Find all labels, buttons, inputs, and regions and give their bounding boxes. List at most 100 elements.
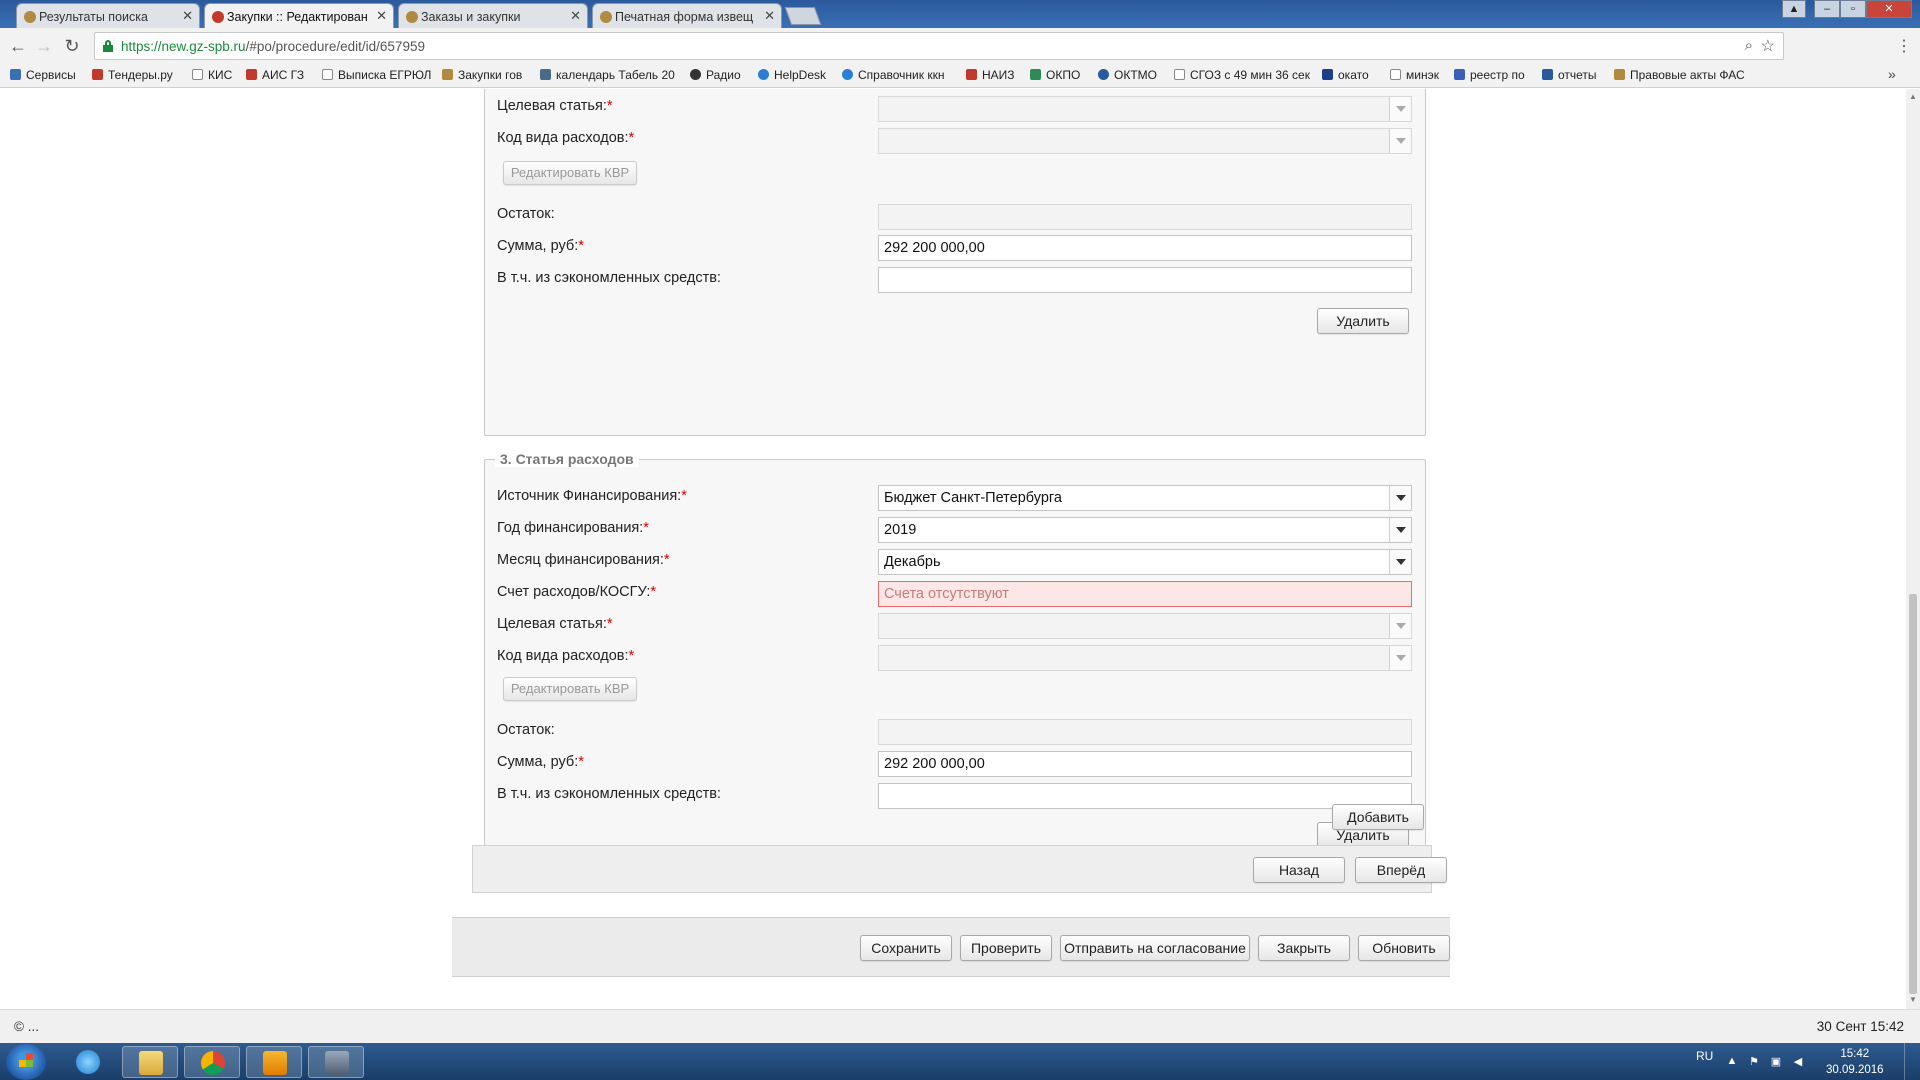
outlook-icon bbox=[263, 1051, 287, 1075]
section-legend: 3. Статья расходов bbox=[495, 451, 639, 467]
chevron-down-icon bbox=[1389, 550, 1411, 574]
zoom-icon[interactable]: ⌕ bbox=[1745, 37, 1753, 54]
close-tab-icon[interactable]: ✕ bbox=[764, 8, 775, 24]
network-icon[interactable]: ▣ bbox=[1770, 1055, 1782, 1068]
globe-icon bbox=[758, 69, 769, 80]
bookmark-reports[interactable]: отчеты bbox=[1542, 68, 1597, 82]
bookmark-kkn[interactable]: Справочник ккн bbox=[842, 68, 944, 82]
bookmark-fas-acts[interactable]: Правовые акты ФАС bbox=[1614, 68, 1745, 82]
bookmark-ais-gz[interactable]: АИС ГЗ bbox=[246, 68, 304, 82]
close-button[interactable]: Закрыть bbox=[1258, 935, 1350, 961]
bookmark-star-icon[interactable]: ☆ bbox=[1761, 36, 1775, 56]
start-button[interactable] bbox=[6, 1044, 46, 1080]
emblem-icon bbox=[1614, 69, 1625, 80]
page-icon bbox=[322, 69, 333, 80]
amount-label: Сумма, руб:* bbox=[497, 754, 584, 770]
scroll-down-icon[interactable]: ▼ bbox=[1909, 995, 1917, 1004]
reload-icon[interactable]: ↻ bbox=[62, 36, 82, 56]
bookmark-minek[interactable]: минэк bbox=[1390, 68, 1439, 82]
volume-icon[interactable]: ◀ bbox=[1792, 1055, 1804, 1068]
delete-button[interactable]: Удалить bbox=[1317, 308, 1409, 334]
close-tab-icon[interactable]: ✕ bbox=[376, 8, 387, 24]
target-article-select[interactable] bbox=[878, 96, 1412, 122]
save-button[interactable]: Сохранить bbox=[860, 935, 952, 961]
url-text[interactable]: https://new.gz-spb.ru/#po/procedure/edit… bbox=[121, 39, 425, 54]
bookmark-helpdesk[interactable]: HelpDesk bbox=[758, 68, 826, 82]
tab-orders[interactable]: Заказы и закупки ✕ bbox=[398, 3, 588, 28]
expense-type-select[interactable] bbox=[878, 128, 1412, 154]
bookmark-tenders[interactable]: Тендеры.ру bbox=[92, 68, 173, 82]
language-indicator[interactable]: RU bbox=[1696, 1049, 1713, 1063]
saved-funds-field[interactable] bbox=[878, 267, 1412, 293]
back-arrow-icon[interactable]: ← bbox=[8, 36, 28, 56]
send-for-approval-button[interactable]: Отправить на согласование bbox=[1060, 935, 1250, 961]
tab-search-results[interactable]: Результаты поиска ✕ bbox=[16, 3, 200, 28]
window-close-button[interactable]: ✕ bbox=[1866, 0, 1912, 18]
taskbar-explorer[interactable] bbox=[122, 1046, 178, 1078]
oktmo-icon bbox=[1098, 69, 1109, 80]
funding-source-select[interactable]: Бюджет Санкт-Петербурга bbox=[878, 485, 1412, 511]
apps-grid-icon bbox=[10, 69, 21, 80]
taskbar-chrome[interactable] bbox=[184, 1046, 240, 1078]
edit-kvr-button[interactable]: Редактировать КВР bbox=[503, 677, 637, 701]
balance-label: Остаток: bbox=[497, 722, 555, 738]
funding-month-select[interactable]: Декабрь bbox=[878, 549, 1412, 575]
page-scrollbar[interactable]: ▲ ▼ bbox=[1906, 89, 1920, 1009]
expense-account-field[interactable]: Счета отсутствуют bbox=[878, 581, 1412, 607]
tab-procurement-edit[interactable]: Закупки :: Редактирован ✕ bbox=[204, 3, 394, 28]
bookmark-services[interactable]: Сервисы bbox=[10, 68, 76, 82]
edit-kvr-button[interactable]: Редактировать КВР bbox=[503, 161, 637, 185]
tab-print-form[interactable]: Печатная форма извещ ✕ bbox=[592, 3, 782, 28]
balance-field[interactable] bbox=[878, 719, 1412, 745]
back-button[interactable]: Назад bbox=[1253, 857, 1345, 883]
browser-menu-icon[interactable]: ⋮ bbox=[1896, 36, 1912, 56]
bookmark-calendar[interactable]: календарь Табель 20 bbox=[540, 68, 675, 82]
ais-icon bbox=[212, 11, 224, 23]
expense-type-label: Код вида расходов:* bbox=[497, 648, 635, 664]
maximize-button[interactable]: ▫ bbox=[1840, 0, 1866, 18]
bookmark-zakupki-gov[interactable]: Закупки гов bbox=[442, 68, 522, 82]
bookmark-kis[interactable]: КИС bbox=[192, 68, 232, 82]
address-bar[interactable]: https://new.gz-spb.ru/#po/procedure/edit… bbox=[94, 32, 1784, 60]
balance-field[interactable] bbox=[878, 204, 1412, 230]
check-button[interactable]: Проверить bbox=[960, 935, 1052, 961]
target-article-label: Целевая статья:* bbox=[497, 98, 613, 114]
bookmark-egrul[interactable]: Выписка ЕГРЮЛ bbox=[322, 68, 431, 82]
forward-arrow-icon[interactable]: → bbox=[34, 36, 54, 56]
tray-expand-icon[interactable]: ▲ bbox=[1726, 1055, 1738, 1067]
taskbar-app[interactable] bbox=[308, 1046, 364, 1078]
close-tab-icon[interactable]: ✕ bbox=[570, 8, 581, 24]
forward-button[interactable]: Вперёд bbox=[1355, 857, 1447, 883]
taskbar-ie[interactable] bbox=[60, 1046, 116, 1078]
bookmark-oktmo[interactable]: ОКТМО bbox=[1098, 68, 1157, 82]
app-icon bbox=[325, 1051, 349, 1075]
action-center-flag-icon[interactable]: ⚑ bbox=[1748, 1055, 1760, 1068]
scroll-up-icon[interactable]: ▲ bbox=[1909, 92, 1917, 101]
add-button[interactable]: Добавить bbox=[1332, 804, 1424, 830]
target-article-select[interactable] bbox=[878, 613, 1412, 639]
emblem-icon bbox=[406, 11, 418, 23]
bookmark-sgoz[interactable]: СГОЗ с 49 мин 36 сек bbox=[1174, 68, 1310, 82]
funding-year-select[interactable]: 2019 bbox=[878, 517, 1412, 543]
taskbar-outlook[interactable] bbox=[246, 1046, 302, 1078]
refresh-button[interactable]: Обновить bbox=[1358, 935, 1450, 961]
bookmark-okato[interactable]: окато bbox=[1322, 68, 1369, 82]
bookmark-radio[interactable]: Радио bbox=[690, 68, 741, 82]
bookmark-reestr[interactable]: реестр по bbox=[1454, 68, 1525, 82]
tray-clock[interactable]: 15:42 30.09.2016 bbox=[1826, 1046, 1884, 1078]
bookmark-okpo[interactable]: ОКПО bbox=[1030, 68, 1080, 82]
amount-field[interactable]: 292 200 000,00 bbox=[878, 235, 1412, 261]
amount-field[interactable]: 292 200 000,00 bbox=[878, 751, 1412, 777]
app-status-bar: © ... 30 Сент 15:42 bbox=[0, 1009, 1920, 1043]
show-desktop-button[interactable] bbox=[1904, 1043, 1920, 1080]
new-tab-button[interactable] bbox=[784, 7, 822, 25]
close-tab-icon[interactable]: ✕ bbox=[182, 8, 193, 24]
chevron-down-icon bbox=[1389, 518, 1411, 542]
expense-type-select[interactable] bbox=[878, 645, 1412, 671]
scroll-thumb[interactable] bbox=[1909, 594, 1917, 994]
bookmarks-more-icon[interactable]: » bbox=[1888, 66, 1896, 82]
minimize-button[interactable]: – bbox=[1814, 0, 1840, 18]
expense-account-label: Счет расходов/КОСГУ:* bbox=[497, 584, 657, 600]
profile-icon[interactable]: ▲ bbox=[1782, 0, 1806, 18]
bookmark-naiz[interactable]: НАИЗ bbox=[966, 68, 1015, 82]
